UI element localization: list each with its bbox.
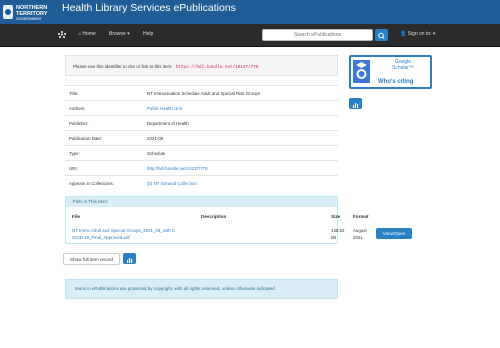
meta-label: Appears in Collections: xyxy=(65,175,143,190)
file-format-line-1: August xyxy=(353,228,367,233)
logo-line-3: GOVERNMENT xyxy=(16,17,43,21)
bar-chart-icon xyxy=(127,258,133,263)
statistics-button[interactable] xyxy=(123,253,136,264)
meta-value: Department of Health xyxy=(143,115,338,131)
scholar-line-2: Scholar™ xyxy=(392,65,414,71)
copyright-notice: Items in ePublications are protected by … xyxy=(65,279,338,299)
file-size-value: 138.62 xyxy=(331,228,345,233)
nav-home[interactable]: ⌂ Home xyxy=(78,31,96,37)
col-file: File xyxy=(72,214,80,219)
nav-help[interactable]: Help xyxy=(143,31,153,37)
meta-value: NT Immunisation Schedule Adult and Speci… xyxy=(143,85,338,101)
handle-url[interactable]: https://hdl.handle.net/10137/775 xyxy=(173,65,261,70)
site-header: NORTHERN TERRITORY GOVERNMENT Health Lib… xyxy=(0,0,500,24)
table-row: Publisher: Department of Health xyxy=(65,115,338,131)
col-description: Description xyxy=(201,214,227,219)
search-button[interactable] xyxy=(375,29,388,41)
table-row: Type: Schedule xyxy=(65,145,338,161)
scholar-logo-icon xyxy=(353,60,370,83)
show-full-record-button[interactable]: Show full item record xyxy=(63,253,120,265)
uri-link[interactable]: http://hdl.handle.net/10137/775 xyxy=(143,160,338,176)
meta-label: URI: xyxy=(65,160,143,176)
view-open-button[interactable]: View/Open xyxy=(376,228,412,239)
nav-browse-label: Browse xyxy=(109,31,126,37)
table-row: Appears in Collections: (b) NT General Co… xyxy=(65,175,338,190)
col-format: Format xyxy=(353,214,369,219)
search-input[interactable] xyxy=(262,29,373,41)
meta-label: Type: xyxy=(65,145,143,161)
collection-link[interactable]: (b) NT General Collection xyxy=(143,175,338,190)
grid-menu-icon[interactable] xyxy=(58,31,66,39)
file-size-unit: kB xyxy=(331,235,337,240)
scholar-label: Google Scholar™ xyxy=(386,59,420,71)
files-heading: Files in This Item: xyxy=(66,197,337,207)
sign-in-label: Sign on to: xyxy=(407,31,432,37)
file-link-line-1[interactable]: NT Immu Adult and Special Groups_2021_08… xyxy=(72,228,175,233)
metadata-table: Title: NT Immunisation Schedule Adult and… xyxy=(65,85,338,190)
file-link-line-2[interactable]: OVID-19_Final_Approved.pdf xyxy=(72,235,130,240)
nt-government-logo[interactable]: NORTHERN TERRITORY GOVERNMENT xyxy=(2,2,56,22)
table-row: Authors: Public Health Unit xyxy=(65,100,338,116)
nav-browse[interactable]: Browse ▾ xyxy=(109,31,130,37)
col-size: Size xyxy=(331,214,341,219)
sign-in-menu[interactable]: 👤 Sign on to: ▾ xyxy=(400,31,435,37)
file-format-line-2: 2021 xyxy=(353,235,363,240)
home-icon: ⌂ xyxy=(78,31,82,37)
caret-down-icon: ▾ xyxy=(127,31,130,37)
table-row: Publication Date: 2021-08 xyxy=(65,130,338,146)
identifier-box: Please use this identifier to cite or li… xyxy=(65,55,338,76)
user-icon: 👤 xyxy=(400,31,407,37)
table-row: Title: NT Immunisation Schedule Adult and… xyxy=(65,85,338,101)
site-title[interactable]: Health Library Services ePublications xyxy=(62,2,236,14)
nav-home-label: Home xyxy=(82,31,96,37)
meta-label: Publisher: xyxy=(65,115,143,131)
author-link[interactable]: Public Health Unit xyxy=(143,100,338,116)
caret-down-icon: ▾ xyxy=(432,31,436,37)
meta-value: 2021-08 xyxy=(143,130,338,146)
table-row: URI: http://hdl.handle.net/10137/775 xyxy=(65,160,338,176)
search-icon xyxy=(378,32,385,40)
meta-label: Title: xyxy=(65,85,143,101)
scholar-stats-button[interactable] xyxy=(349,98,362,109)
identifier-prompt: Please use this identifier to cite or li… xyxy=(73,64,173,69)
bar-chart-icon xyxy=(353,103,359,108)
meta-value: Schedule xyxy=(143,145,338,161)
meta-label: Publication Date: xyxy=(65,130,143,146)
whos-citing-link[interactable]: Who's citing xyxy=(378,79,413,85)
meta-label: Authors: xyxy=(65,100,143,116)
